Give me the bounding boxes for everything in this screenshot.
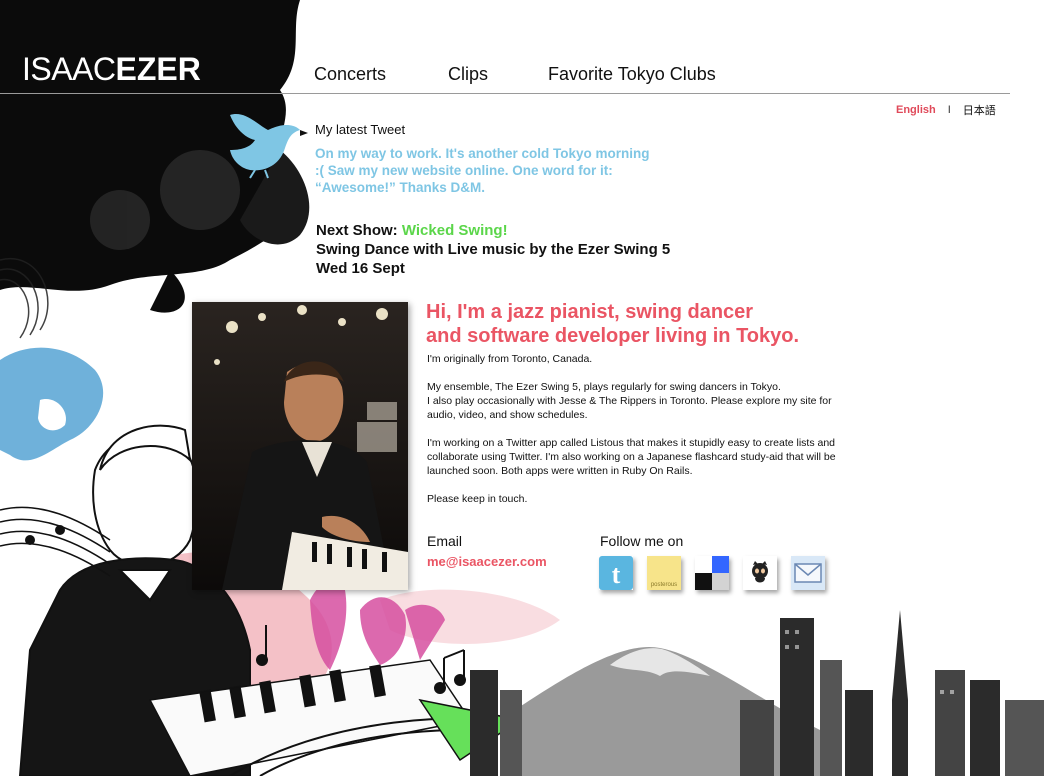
latest-tweet-text[interactable]: On my way to work. It's another cold Tok… xyxy=(315,145,655,196)
intro-headline: Hi, I'm a jazz pianist, swing dancer and… xyxy=(426,300,846,348)
delicious-icon xyxy=(695,556,729,590)
language-english[interactable]: English xyxy=(896,104,936,116)
svg-text:posterous: posterous xyxy=(651,582,677,588)
bio-ensemble-line-1: My ensemble, The Ezer Swing 5, plays reg… xyxy=(427,381,781,393)
envelope-icon xyxy=(791,556,825,590)
posterous-link[interactable]: posterous xyxy=(647,556,681,590)
next-show-description: Swing Dance with Live music by the Ezer … xyxy=(316,241,671,258)
bio-ensemble-line-2: I also play occasionally with Jesse & Th… xyxy=(427,395,832,421)
language-switcher: English I 日本語 xyxy=(896,102,996,118)
nav-favorite-tokyo-clubs[interactable]: Favorite Tokyo Clubs xyxy=(548,64,716,85)
next-show-date: Wed 16 Sept xyxy=(316,260,405,277)
next-show-label: Next Show: xyxy=(316,222,398,239)
language-japanese[interactable]: 日本語 xyxy=(963,102,996,118)
nav-concerts[interactable]: Concerts xyxy=(314,64,386,85)
header-divider xyxy=(0,93,1010,94)
next-show-name-link[interactable]: Wicked Swing! xyxy=(402,222,508,239)
language-separator: I xyxy=(947,104,951,116)
pianist-photo xyxy=(192,302,408,590)
twitter-icon: t xyxy=(599,556,633,590)
bio-paragraph-origin: I'm originally from Toronto, Canada. xyxy=(427,353,593,365)
github-link[interactable] xyxy=(743,556,777,590)
next-show: Next Show: Wicked Swing! Swing Dance wit… xyxy=(316,221,670,278)
twitter-link[interactable]: t xyxy=(599,556,633,590)
bio-text: I'm originally from Toronto, Canada. My … xyxy=(427,352,857,520)
intro-headline-line-2: and software developer living in Tokyo. xyxy=(426,325,800,347)
social-links: t posterous xyxy=(599,556,825,590)
email-link[interactable]: me@isaacezer.com xyxy=(427,554,547,569)
github-octocat-icon xyxy=(743,556,777,590)
email-icon-link[interactable] xyxy=(791,556,825,590)
delicious-link[interactable] xyxy=(695,556,729,590)
bio-paragraph-projects: I'm working on a Twitter app called List… xyxy=(427,437,836,477)
intro-headline-line-1: Hi, I'm a jazz pianist, swing dancer xyxy=(426,301,754,323)
nav-clips[interactable]: Clips xyxy=(448,64,488,85)
email-label: Email xyxy=(427,533,463,549)
logo-light-text: ISAAC xyxy=(22,51,116,87)
latest-tweet-title: My latest Tweet xyxy=(315,122,406,137)
site-logo[interactable]: ISAACEZER xyxy=(22,52,201,86)
posterous-icon: posterous xyxy=(647,556,681,590)
logo-bold-text: EZER xyxy=(115,51,201,87)
bio-paragraph-closing: Please keep in touch. xyxy=(427,493,528,505)
svg-text:t: t xyxy=(612,560,621,589)
bio-paragraph-ensemble: My ensemble, The Ezer Swing 5, plays reg… xyxy=(427,380,857,422)
follow-label: Follow me on xyxy=(600,533,684,549)
